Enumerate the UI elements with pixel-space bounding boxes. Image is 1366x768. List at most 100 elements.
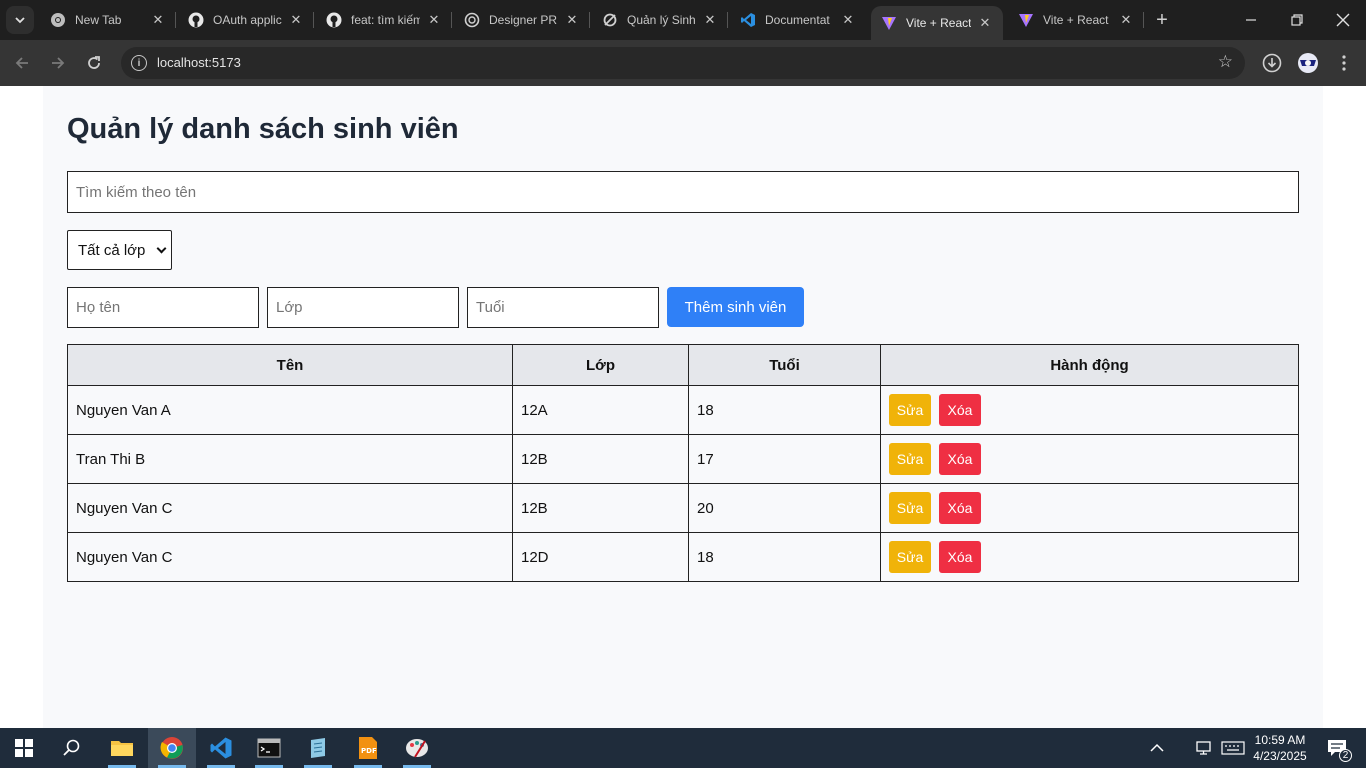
taskbar-clock[interactable]: 10:59 AM 4/23/2025 (1250, 732, 1310, 764)
taskbar-paint[interactable] (393, 728, 441, 768)
chevron-down-icon (15, 17, 25, 24)
class-filter-select[interactable]: Tất cả lớp (67, 230, 172, 270)
delete-button[interactable]: Xóa (939, 394, 981, 426)
show-hidden-icons-button[interactable] (1145, 728, 1169, 768)
back-button[interactable] (8, 49, 36, 77)
forward-button[interactable] (44, 49, 72, 77)
tab-title: feat: tìm kiếm (351, 13, 420, 27)
site-info-icon[interactable]: i (131, 55, 147, 71)
paint-palette-icon (406, 739, 428, 758)
class-field[interactable] (267, 287, 459, 328)
table-row: Nguyen Van C 12D 18 Sửa Xóa (67, 532, 1299, 582)
close-window-button[interactable] (1320, 0, 1366, 40)
close-icon[interactable]: ✕ (426, 12, 442, 28)
taskbar-pdf-reader[interactable]: PDF (344, 728, 392, 768)
edit-button[interactable]: Sửa (889, 394, 931, 426)
address-url: localhost:5173 (157, 55, 241, 70)
loop-icon (602, 12, 618, 28)
bookmark-star-icon[interactable]: ☆ (1218, 52, 1233, 72)
svg-text:PDF: PDF (361, 747, 377, 755)
windows-logo-icon (15, 739, 33, 757)
browser-tab-strip: New Tab ✕ OAuth applic ✕ feat: tìm kiếm … (0, 0, 1366, 40)
taskbar-search-button[interactable] (48, 728, 96, 768)
edit-button[interactable]: Sửa (889, 492, 931, 524)
tab-5[interactable]: Documentat ✕ (730, 0, 866, 40)
close-icon[interactable]: ✕ (840, 12, 856, 28)
delete-button[interactable]: Xóa (939, 443, 981, 475)
taskbar-chrome[interactable] (148, 728, 196, 768)
clock-date: 4/23/2025 (1253, 749, 1307, 763)
tab-search-button[interactable] (6, 6, 34, 34)
profile-button[interactable] (1294, 49, 1322, 77)
cell-class: 12B (512, 434, 689, 484)
close-icon[interactable]: ✕ (977, 15, 993, 31)
downloads-button[interactable] (1258, 49, 1286, 77)
tab-6-active[interactable]: Vite + React ✕ (871, 6, 1003, 40)
cell-actions: Sửa Xóa (880, 532, 1299, 582)
taskbar-vscode[interactable] (197, 728, 245, 768)
close-icon[interactable]: ✕ (288, 12, 304, 28)
browser-menu-button[interactable] (1330, 49, 1358, 77)
chrome-icon (160, 737, 183, 759)
tab-2[interactable]: feat: tìm kiếm ✕ (316, 0, 452, 40)
reload-button[interactable] (80, 49, 108, 77)
download-icon (1262, 53, 1282, 73)
tab-title: Vite + React (906, 16, 971, 30)
close-icon[interactable]: ✕ (564, 12, 580, 28)
vscode-icon (210, 737, 232, 759)
chevron-down-icon (156, 243, 167, 254)
start-button[interactable] (0, 728, 48, 768)
avatar (1298, 53, 1318, 73)
cell-age: 20 (688, 483, 881, 533)
vscode-icon (740, 12, 756, 28)
tab-7[interactable]: Vite + React ✕ (1008, 0, 1144, 40)
network-icon (1196, 741, 1211, 755)
close-icon[interactable]: ✕ (1118, 12, 1134, 28)
tab-separator (175, 12, 176, 28)
restore-button[interactable] (1274, 0, 1320, 40)
cell-class: 12A (512, 385, 689, 435)
tab-3[interactable]: Designer PR ✕ (454, 0, 590, 40)
tab-4[interactable]: Quản lý Sinh ✕ (592, 0, 728, 40)
cell-class: 12B (512, 483, 689, 533)
column-header-age: Tuổi (688, 344, 881, 386)
name-field[interactable] (67, 287, 259, 328)
delete-button[interactable]: Xóa (939, 541, 981, 573)
column-header-actions: Hành động (880, 344, 1299, 386)
clock-time: 10:59 AM (1254, 733, 1306, 747)
network-tray-button[interactable] (1194, 728, 1216, 768)
delete-button[interactable]: Xóa (939, 492, 981, 524)
age-field[interactable] (467, 287, 659, 328)
taskbar-notepad[interactable] (294, 728, 342, 768)
tab-1[interactable]: OAuth applic ✕ (178, 0, 314, 40)
tab-0[interactable]: New Tab ✕ (40, 0, 176, 40)
keyboard-tray-button[interactable] (1220, 728, 1246, 768)
search-icon (63, 739, 80, 756)
taskbar-terminal[interactable] (245, 728, 293, 768)
close-icon[interactable]: ✕ (702, 12, 718, 28)
column-header-class: Lớp (512, 344, 689, 386)
notification-center-button[interactable]: 2 (1320, 728, 1354, 768)
cell-name: Nguyen Van C (67, 483, 513, 533)
taskbar-file-explorer[interactable] (98, 728, 146, 768)
tab-separator (313, 12, 314, 28)
edit-button[interactable]: Sửa (889, 443, 931, 475)
cell-actions: Sửa Xóa (880, 385, 1299, 435)
minimize-button[interactable] (1228, 0, 1274, 40)
kebab-menu-icon (1342, 55, 1346, 71)
search-input[interactable] (67, 171, 1299, 213)
new-tab-button[interactable]: + (1150, 8, 1174, 32)
cell-actions: Sửa Xóa (880, 483, 1299, 533)
tab-title: New Tab (75, 13, 122, 27)
add-student-button[interactable]: Thêm sinh viên (667, 287, 804, 327)
edit-button[interactable]: Sửa (889, 541, 931, 573)
table-row: Nguyen Van C 12B 20 Sửa Xóa (67, 483, 1299, 533)
terminal-icon (257, 738, 281, 758)
student-table: Tên Lớp Tuổi Hành động Nguyen Van A 12A … (67, 344, 1299, 582)
notepad-icon (311, 738, 325, 758)
address-bar[interactable]: i localhost:5173 ☆ (121, 47, 1245, 79)
close-icon[interactable]: ✕ (150, 12, 166, 28)
keyboard-icon (1221, 741, 1245, 755)
class-filter-value: Tất cả lớp (78, 241, 146, 259)
cell-age: 17 (688, 434, 881, 484)
